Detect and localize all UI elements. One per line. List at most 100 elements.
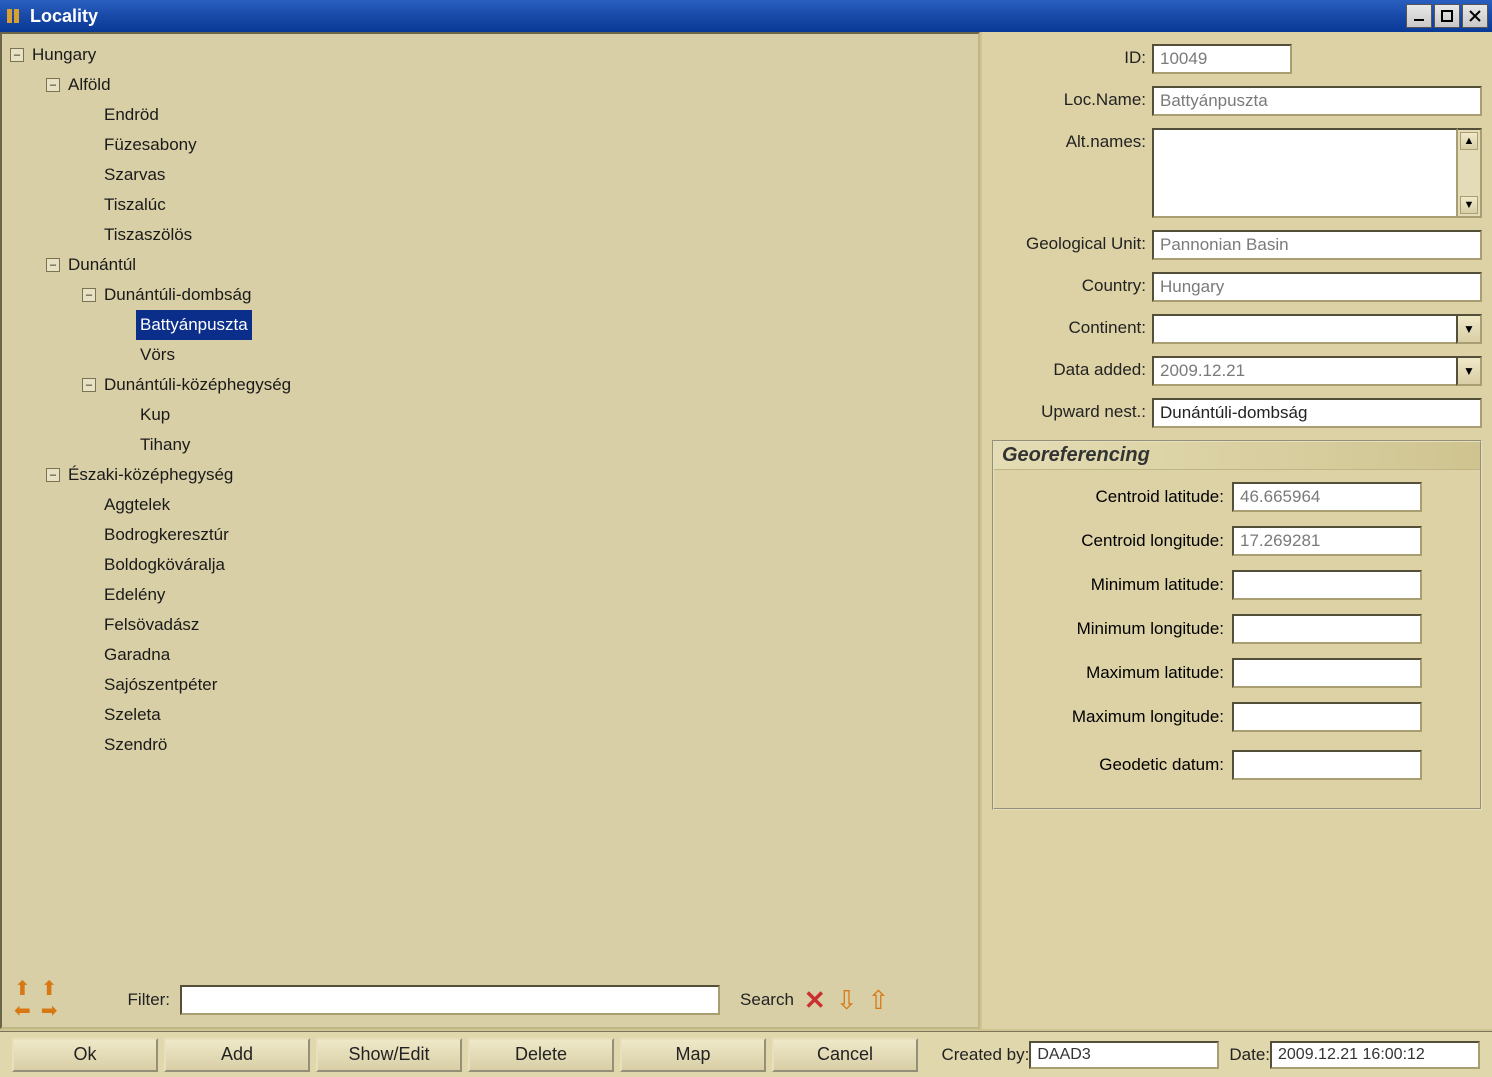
country-field[interactable] [1152,272,1482,302]
tree-label[interactable]: Aggtelek [100,490,174,520]
maxlon-label: Maximum longitude: [1002,707,1232,727]
tree-label[interactable]: Szarvas [100,160,169,190]
tree-node[interactable]: Garadna [6,640,974,670]
tree-footer: ⬆ ⬅ ⬆ ➡ Filter: Search ✕ ⇩ ⇧ [2,971,978,1027]
minlat-field[interactable] [1232,570,1422,600]
tree-node[interactable]: −Északi-középhegység [6,460,974,490]
tree-label[interactable]: Tiszaszölös [100,220,196,250]
cancel-button[interactable]: Cancel [772,1038,918,1072]
collapse-icon[interactable]: − [82,288,96,302]
tree-node[interactable]: Füzesabony [6,130,974,160]
tree-label[interactable]: Szendrö [100,730,171,760]
tree-label[interactable]: Endröd [100,100,163,130]
tree-label[interactable]: Felsövadász [100,610,203,640]
delete-button[interactable]: Delete [468,1038,614,1072]
nav-prev-icon[interactable]: ⬅ [14,1001,31,1021]
filter-input[interactable] [180,985,720,1015]
datum-field[interactable] [1232,750,1422,780]
clear-icon[interactable]: ✕ [804,987,826,1013]
locality-tree[interactable]: −Hungary−AlföldEndrödFüzesabonySzarvasTi… [2,34,978,971]
tree-node[interactable]: Tiszaszölös [6,220,974,250]
upward-field[interactable] [1152,398,1482,428]
scroll-up-icon[interactable]: ▲ [1460,132,1478,150]
maxlon-field[interactable] [1232,702,1422,732]
continent-dropdown-icon[interactable]: ▼ [1456,314,1482,344]
tree-node[interactable]: Szendrö [6,730,974,760]
ok-button[interactable]: Ok [12,1038,158,1072]
maxlat-label: Maximum latitude: [1002,663,1232,683]
tree-node[interactable]: Kup [6,400,974,430]
tree-node[interactable]: Bodrogkeresztúr [6,520,974,550]
tree-label[interactable]: Battyánpuszta [136,310,252,340]
continent-field[interactable] [1152,314,1456,344]
clat-field[interactable] [1232,482,1422,512]
tree-node[interactable]: Vörs [6,340,974,370]
tree-node[interactable]: Edelény [6,580,974,610]
nav-right-icon[interactable]: ➡ [41,1001,58,1021]
tree-label[interactable]: Füzesabony [100,130,201,160]
tree-label[interactable]: Szeleta [100,700,165,730]
maximize-button[interactable] [1434,4,1460,28]
tree-label[interactable]: Edelény [100,580,169,610]
dataadded-dropdown-icon[interactable]: ▼ [1456,356,1482,386]
tree-label[interactable]: Dunántúli-dombság [100,280,255,310]
tree-node[interactable]: Tihany [6,430,974,460]
geounit-field[interactable] [1152,230,1482,260]
dataadded-field[interactable] [1152,356,1456,386]
minlon-field[interactable] [1232,614,1422,644]
collapse-icon[interactable]: − [46,468,60,482]
show-edit-button[interactable]: Show/Edit [316,1038,462,1072]
collapse-icon[interactable]: − [46,78,60,92]
altnames-field[interactable] [1152,128,1458,218]
collapse-icon[interactable]: − [46,258,60,272]
collapse-icon[interactable]: − [10,48,24,62]
altnames-scrollbar[interactable]: ▲ ▼ [1458,128,1482,218]
tree-label[interactable]: Alföld [64,70,115,100]
search-up-icon[interactable]: ⇧ [868,987,890,1013]
tree-node[interactable]: Felsövadász [6,610,974,640]
tree-node[interactable]: −Alföld [6,70,974,100]
locname-field[interactable] [1152,86,1482,116]
tree-node[interactable]: Tiszalúc [6,190,974,220]
maxlat-field[interactable] [1232,658,1422,688]
tree-label[interactable]: Hungary [28,40,100,70]
search-down-icon[interactable]: ⇩ [836,987,858,1013]
tree-node[interactable]: −Dunántúli-középhegység [6,370,974,400]
clon-field[interactable] [1232,526,1422,556]
tree-label[interactable]: Kup [136,400,174,430]
tree-label[interactable]: Tihany [136,430,194,460]
tree-node[interactable]: Boldogköváralja [6,550,974,580]
id-field[interactable] [1152,44,1292,74]
tree-node[interactable]: −Dunántúl [6,250,974,280]
tree-label[interactable]: Vörs [136,340,179,370]
tree-node[interactable]: −Hungary [6,40,974,70]
tree-node[interactable]: Szeleta [6,700,974,730]
tree-label[interactable]: Északi-középhegység [64,460,237,490]
nav-up-icon[interactable]: ⬆ [41,979,58,999]
collapse-icon[interactable]: − [82,378,96,392]
map-button[interactable]: Map [620,1038,766,1072]
tree-label[interactable]: Dunántúli-középhegység [100,370,295,400]
tree-label[interactable]: Bodrogkeresztúr [100,520,233,550]
add-button[interactable]: Add [164,1038,310,1072]
locname-label: Loc.Name: [992,86,1152,110]
tree-label[interactable]: Boldogköváralja [100,550,229,580]
minlat-label: Minimum latitude: [1002,575,1232,595]
tree-node[interactable]: Battyánpuszta [6,310,974,340]
tree-node[interactable]: Szarvas [6,160,974,190]
minimize-button[interactable] [1406,4,1432,28]
tree-node[interactable]: −Dunántúli-dombság [6,280,974,310]
tree-node[interactable]: Sajószentpéter [6,670,974,700]
tree-node[interactable]: Aggtelek [6,490,974,520]
scroll-down-icon[interactable]: ▼ [1460,196,1478,214]
close-button[interactable] [1462,4,1488,28]
tree-label[interactable]: Tiszalúc [100,190,170,220]
tree-node[interactable]: Endröd [6,100,974,130]
nav-first-icon[interactable]: ⬆ [14,979,31,999]
tree-label[interactable]: Garadna [100,640,174,670]
tree-label[interactable]: Dunántúl [64,250,140,280]
date-field [1270,1041,1480,1069]
window-controls [1406,4,1488,28]
tree-label[interactable]: Sajószentpéter [100,670,221,700]
date-label: Date: [1229,1045,1270,1065]
